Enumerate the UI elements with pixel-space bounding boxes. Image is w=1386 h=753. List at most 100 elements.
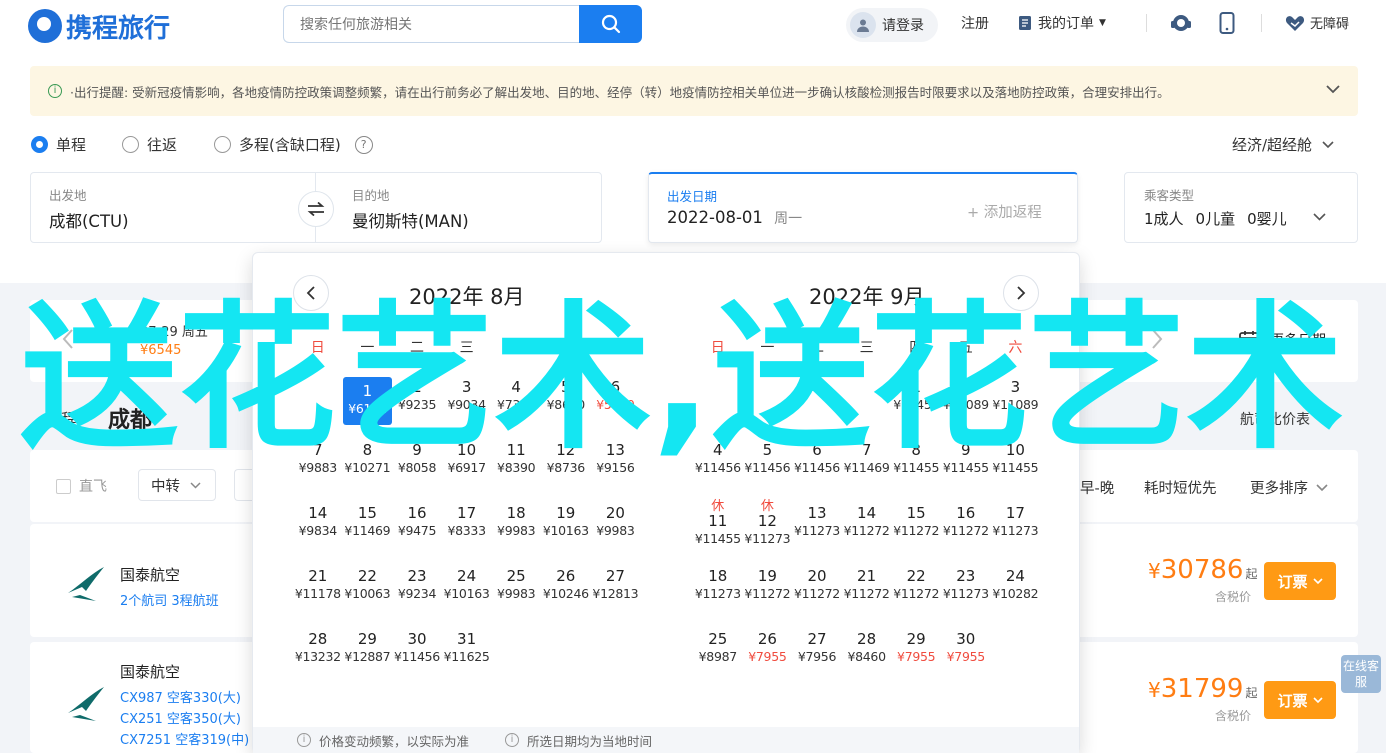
calendar-day[interactable]: 24 ¥10163	[442, 566, 492, 606]
day-number: 15	[357, 504, 377, 522]
day-number: 29	[357, 630, 377, 648]
calendar-day[interactable]: 30 ¥7955	[941, 629, 991, 669]
day-price: ¥11273	[794, 523, 840, 538]
sort-early-late[interactable]: 早-晚	[1080, 477, 1114, 498]
search-button[interactable]	[579, 5, 642, 43]
calendar-day[interactable]: 15 ¥11469	[343, 503, 393, 543]
calendar-day[interactable]: 16 ¥9475	[392, 503, 442, 543]
flight-airline-name: 国泰航空	[120, 663, 181, 681]
passenger-type-field[interactable]: 乘客类型 1成人 0儿童 0婴儿	[1124, 172, 1358, 243]
day-number: 18	[708, 567, 728, 585]
login-button[interactable]: 请登录	[846, 8, 938, 42]
calendar-day[interactable]: 22 ¥11272	[891, 566, 941, 606]
accessibility-link[interactable]: 无障碍	[1285, 13, 1349, 32]
day-price: ¥11455	[694, 531, 741, 546]
transfer-filter-dropdown[interactable]: 中转	[138, 469, 216, 501]
calendar-day[interactable]: 19 ¥11272	[743, 566, 793, 606]
calendar-day[interactable]: 18 ¥11273	[693, 566, 743, 606]
calendar-day[interactable]: 20 ¥9983	[591, 503, 641, 543]
day-price: ¥10163	[443, 586, 490, 601]
calendar-day[interactable]: 15 ¥11272	[891, 503, 941, 543]
calendar-day[interactable]: 23 ¥11273	[941, 566, 991, 606]
more-sort-dropdown[interactable]: 更多排序	[1250, 477, 1328, 498]
destination-field[interactable]: 目的地 曼彻斯特(MAN)	[352, 185, 469, 232]
book-ticket-button[interactable]: 订票	[1264, 562, 1336, 600]
chevron-down-icon	[1322, 140, 1334, 148]
departure-date-field[interactable]: 出发日期 2022-08-01 周一 + 添加返程	[648, 172, 1078, 243]
flight-segment[interactable]: CX987 空客330(大)	[120, 687, 241, 706]
day-number: 13	[807, 504, 827, 522]
direct-label: 直飞	[79, 479, 107, 495]
calendar-day[interactable]: 25 ¥9983	[491, 566, 541, 606]
calendar-day[interactable]: 21 ¥11272	[842, 566, 892, 606]
day-price: ¥8987	[698, 649, 738, 664]
calendar-day[interactable]: 20 ¥11272	[792, 566, 842, 606]
flight-segments-link[interactable]: 2个航司 3程航班	[120, 590, 219, 609]
calendar-day[interactable]: 28 ¥13232	[293, 629, 343, 669]
calendar-day[interactable]: 21 ¥11178	[293, 566, 343, 606]
flight-segment[interactable]: CX251 空客350(大)	[120, 708, 241, 727]
calendar-day[interactable]: 27 ¥7956	[792, 629, 842, 669]
cabin-class-select[interactable]: 经济/超经舱	[1232, 134, 1334, 155]
calendar-day[interactable]: 13 ¥11273	[792, 503, 842, 543]
online-service-button[interactable]: 在线客服	[1341, 655, 1381, 693]
calendar-day[interactable]: 26 ¥7955	[743, 629, 793, 669]
header-divider	[1146, 14, 1147, 32]
chevron-down-icon	[1316, 483, 1328, 491]
calendar-day[interactable]: 31 ¥11625	[442, 629, 492, 669]
direct-only-checkbox[interactable]: 直飞	[56, 476, 107, 496]
sort-shortest[interactable]: 耗时短优先	[1144, 477, 1217, 498]
calendar-day[interactable]: 14 ¥9834	[293, 503, 343, 543]
search-input[interactable]	[283, 5, 580, 43]
swap-cities-button[interactable]	[298, 191, 334, 227]
calendar-day[interactable]: 22 ¥10063	[343, 566, 393, 606]
day-price: ¥9983	[497, 523, 536, 538]
day-price: ¥8333	[447, 523, 486, 538]
day-price: ¥11272	[843, 586, 890, 601]
day-price: ¥7955	[897, 649, 936, 664]
add-return-button[interactable]: + 添加返程	[967, 201, 1042, 222]
calendar-day[interactable]: 11 ¥11455	[693, 511, 743, 551]
book-ticket-button[interactable]: 订票	[1264, 681, 1336, 719]
trip-type-label: 多程(含缺口程)	[239, 136, 341, 154]
notice-text: ·出行提醒: 受新冠疫情影响，各地疫情防控政策调整频繁，请在出行前务必了解出发地…	[70, 84, 1170, 100]
ctrip-logo[interactable]: 携程旅行	[28, 6, 170, 46]
trip-type-roundtrip[interactable]: 往返	[122, 134, 177, 155]
calendar-day[interactable]: 25 ¥8987	[693, 629, 743, 669]
calendar-day[interactable]: 17 ¥11273	[991, 503, 1041, 543]
calendar-day[interactable]: 27 ¥12813	[591, 566, 641, 606]
departure-label: 出发地	[49, 188, 87, 203]
departure-field[interactable]: 出发地 成都(CTU)	[49, 185, 129, 232]
calendar-day[interactable]: 29 ¥12887	[343, 629, 393, 669]
day-number: 25	[506, 567, 526, 585]
notice-expand-chevron-icon[interactable]	[1326, 82, 1340, 98]
day-price: ¥11273	[942, 586, 989, 601]
passenger-values: 1成人 0儿童 0婴儿	[1144, 208, 1287, 229]
calendar-day[interactable]: 12 ¥11273	[743, 511, 793, 551]
day-number: 22	[357, 567, 377, 585]
help-question-icon[interactable]: ?	[354, 135, 373, 154]
mobile-app-icon[interactable]	[1219, 12, 1235, 38]
register-link[interactable]: 注册	[961, 13, 989, 33]
calendar-day[interactable]: 19 ¥10163	[541, 503, 591, 543]
trip-type-multicity[interactable]: 多程(含缺口程) ?	[214, 134, 373, 155]
local-time-note: 所选日期均为当地时间	[527, 733, 653, 749]
calendar-day[interactable]: 23 ¥9234	[392, 566, 442, 606]
calendar-day[interactable]: 16 ¥11272	[941, 503, 991, 543]
calendar-day[interactable]: 26 ¥10246	[541, 566, 591, 606]
calendar-day[interactable]: 24 ¥10282	[991, 566, 1041, 606]
calendar-day[interactable]: 17 ¥8333	[442, 503, 492, 543]
day-number: 26	[556, 567, 576, 585]
calendar-day[interactable]: 18 ¥9983	[491, 503, 541, 543]
trip-type-oneway[interactable]: 单程	[31, 134, 86, 155]
customer-service-icon[interactable]	[1170, 12, 1192, 38]
day-number: 20	[807, 567, 827, 585]
calendar-day[interactable]: 29 ¥7955	[891, 629, 941, 669]
flight-segment[interactable]: CX7251 空客319(中)	[120, 729, 249, 748]
calendar-day[interactable]: 28 ¥8460	[842, 629, 892, 669]
filter-dropdown-partial[interactable]	[234, 469, 254, 501]
calendar-day[interactable]: 14 ¥11272	[842, 503, 892, 543]
calendar-day[interactable]: 30 ¥11456	[392, 629, 442, 669]
my-orders-menu[interactable]: 我的订单 ▼	[1018, 13, 1106, 33]
day-price: ¥11273	[992, 523, 1039, 538]
